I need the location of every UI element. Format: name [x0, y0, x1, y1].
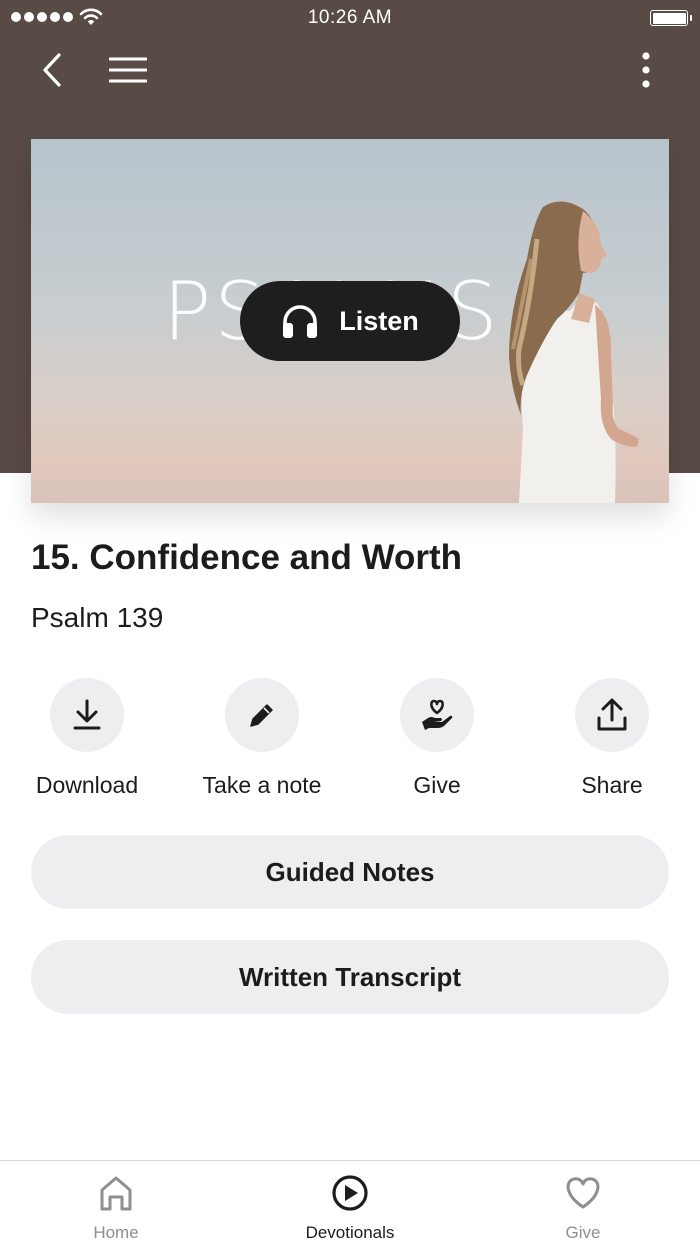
guided-notes-button[interactable]: Guided Notes [31, 835, 669, 909]
download-button[interactable] [50, 678, 124, 752]
more-options-button[interactable] [628, 48, 664, 92]
tab-home-label: Home [93, 1223, 139, 1242]
home-icon [100, 1176, 132, 1211]
download-label: Download [35, 772, 139, 798]
play-circle-icon [332, 1175, 368, 1211]
written-transcript-button[interactable]: Written Transcript [31, 940, 669, 1014]
share-action[interactable]: Share [537, 678, 687, 799]
chevron-left-icon [43, 53, 61, 87]
episode-artwork: PSALMS Listen [31, 139, 669, 503]
download-icon [73, 699, 101, 730]
give-action[interactable]: Give [362, 678, 512, 799]
heart-hand-icon [422, 699, 453, 730]
share-icon [597, 698, 627, 731]
take-note-label: Take a note [202, 772, 322, 798]
tab-devotionals[interactable]: Devotionals [250, 1173, 450, 1243]
tab-bar: Home Devotionals Give [0, 1160, 700, 1245]
tab-give-label: Give [565, 1223, 601, 1242]
share-button[interactable] [575, 678, 649, 752]
episode-passage: Psalm 139 [31, 602, 164, 633]
more-vertical-icon [642, 52, 650, 88]
pencil-icon [250, 704, 273, 727]
status-time: 10:26 AM [307, 7, 393, 28]
hamburger-icon [109, 57, 147, 83]
share-label: Share [581, 772, 643, 798]
listen-label: Listen [339, 305, 419, 336]
battery-icon [650, 10, 692, 26]
menu-button[interactable] [102, 48, 154, 92]
take-note-button[interactable] [225, 678, 299, 752]
woman-photo-figure [509, 201, 639, 503]
tab-home[interactable]: Home [16, 1173, 216, 1243]
heart-icon [566, 1177, 600, 1209]
give-label: Give [413, 772, 461, 798]
headphones-icon [283, 305, 318, 338]
download-action[interactable]: Download [12, 678, 162, 799]
back-button[interactable] [32, 48, 72, 92]
status-bar: 10:26 AM [0, 0, 700, 36]
tab-give[interactable]: Give [483, 1173, 683, 1243]
tab-devotionals-label: Devotionals [305, 1223, 395, 1242]
episode-title: 15. Confidence and Worth [31, 538, 463, 577]
listen-button[interactable]: Listen [240, 281, 460, 361]
take-note-action[interactable]: Take a note [187, 678, 337, 799]
give-button[interactable] [400, 678, 474, 752]
